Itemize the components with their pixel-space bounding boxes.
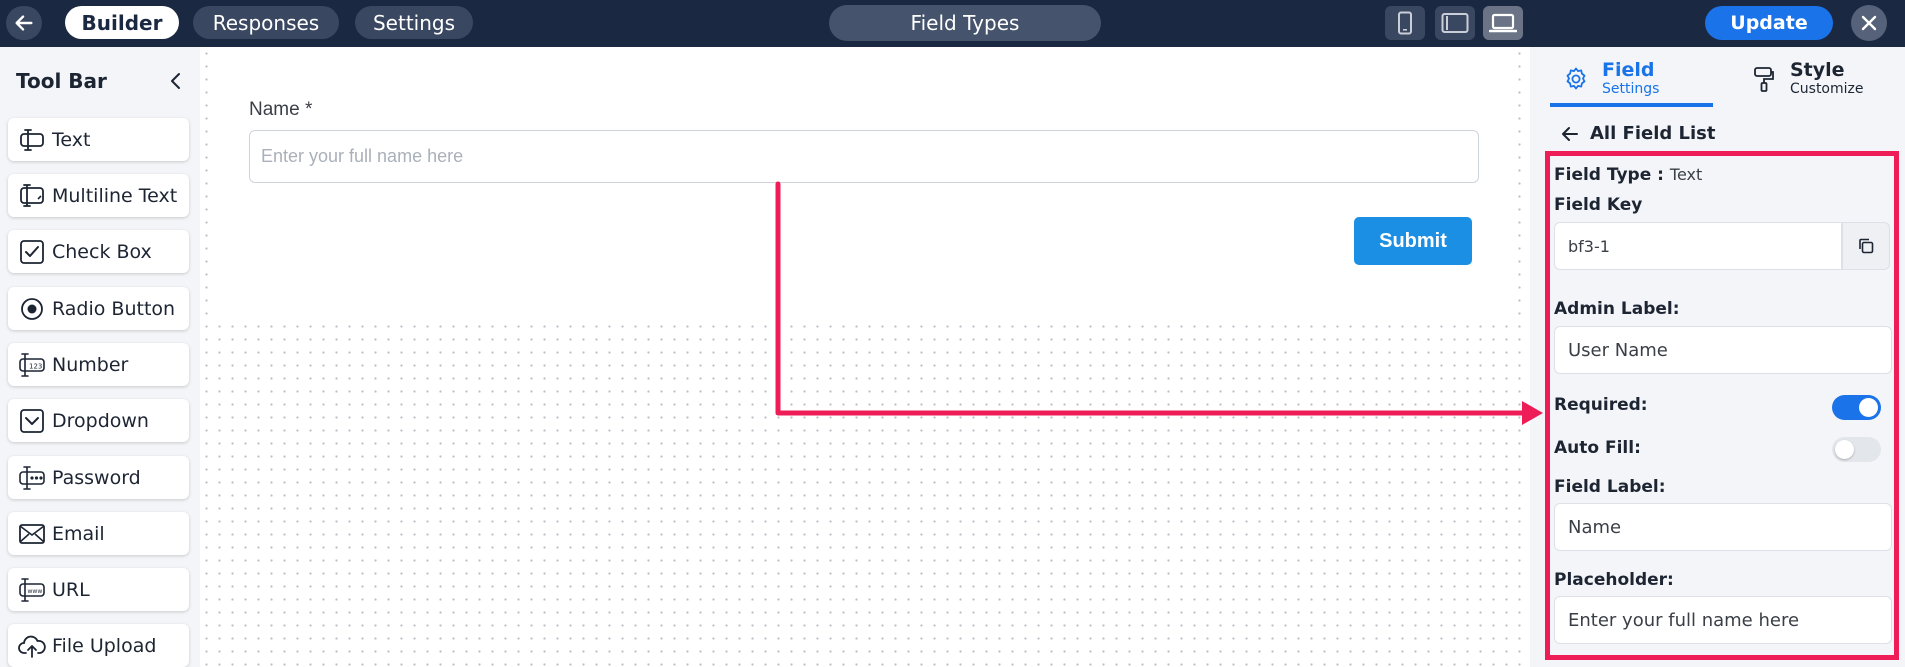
- tool-item-label: Multiline Text: [52, 184, 178, 207]
- mobile-icon: [1398, 11, 1412, 35]
- annotation-highlight-box: [1545, 151, 1899, 660]
- update-button[interactable]: Update: [1705, 6, 1833, 40]
- tool-item-label: Dropdown: [52, 409, 149, 432]
- tool-item-label: Password: [52, 466, 141, 489]
- tool-item-url[interactable]: www URL: [8, 568, 189, 611]
- tab-field-title: Field: [1602, 59, 1655, 81]
- tab-field-settings[interactable]: Field Settings: [1550, 55, 1713, 107]
- tool-item-multiline-text[interactable]: Multiline Text: [8, 174, 189, 217]
- back-button[interactable]: [6, 6, 42, 40]
- tool-item-label: Check Box: [52, 240, 152, 263]
- tool-item-label: URL: [52, 578, 90, 601]
- number-icon: 123: [18, 351, 46, 379]
- tool-item-dropdown[interactable]: Dropdown: [8, 399, 189, 442]
- arrow-left-icon: [15, 15, 33, 31]
- mobile-view-button[interactable]: [1385, 6, 1425, 40]
- chevron-left-icon[interactable]: [166, 71, 186, 91]
- tool-item-label: File Upload: [52, 634, 157, 657]
- tool-item-label: Radio Button: [52, 297, 176, 320]
- gear-icon: [1566, 67, 1586, 90]
- tool-item-check-box[interactable]: Check Box: [8, 230, 189, 273]
- submit-button[interactable]: Submit: [1354, 217, 1472, 265]
- text-field-icon: [18, 126, 46, 154]
- url-icon: www: [18, 576, 46, 604]
- file-upload-icon: [18, 632, 46, 660]
- svg-text:123: 123: [29, 362, 42, 370]
- tool-item-email[interactable]: Email: [8, 512, 189, 555]
- desktop-view-button[interactable]: [1483, 6, 1523, 40]
- email-icon: [18, 520, 46, 548]
- all-field-list-link[interactable]: All Field List: [1560, 123, 1716, 144]
- page-title: Field Types: [829, 5, 1101, 41]
- tablet-view-button[interactable]: [1435, 6, 1475, 40]
- close-icon: [1861, 15, 1877, 31]
- tool-item-label: Text: [52, 128, 91, 151]
- password-icon: [18, 464, 46, 492]
- tool-item-label: Number: [52, 353, 129, 376]
- tab-style-subtitle: Customize: [1790, 81, 1864, 97]
- multiline-text-icon: [18, 182, 46, 210]
- laptop-icon: [1489, 13, 1517, 33]
- dropdown-icon: [18, 407, 46, 435]
- tool-bar: Tool Bar Text Multiline Text Check Box R…: [0, 47, 200, 667]
- checkbox-icon: [18, 238, 46, 266]
- svg-text:www: www: [28, 588, 43, 595]
- paint-roller-icon: [1754, 67, 1774, 92]
- radio-button-icon: [18, 295, 46, 323]
- tool-item-label: Email: [52, 522, 105, 545]
- tab-responses[interactable]: Responses: [193, 6, 339, 39]
- tool-item-number[interactable]: 123 Number: [8, 343, 189, 386]
- tab-settings[interactable]: Settings: [355, 6, 473, 39]
- tablet-icon: [1441, 13, 1469, 33]
- close-button[interactable]: [1851, 5, 1887, 41]
- name-field-input[interactable]: Enter your full name here: [249, 130, 1479, 183]
- toolbar-title: Tool Bar: [16, 69, 107, 93]
- tool-item-password[interactable]: Password: [8, 456, 189, 499]
- name-field-label: Name *: [249, 99, 313, 120]
- name-field-placeholder: Enter your full name here: [261, 146, 464, 166]
- all-field-list-label: All Field List: [1590, 123, 1716, 144]
- tab-style-title: Style: [1790, 59, 1845, 81]
- tab-field-subtitle: Settings: [1602, 81, 1660, 97]
- form-preview: Name * Enter your full name here Submit: [215, 47, 1515, 317]
- tab-builder[interactable]: Builder: [65, 6, 179, 39]
- form-canvas: Name * Enter your full name here Submit: [200, 47, 1539, 667]
- tab-style-customize[interactable]: Style Customize: [1748, 55, 1883, 107]
- top-bar: Builder Responses Settings Field Types U…: [0, 0, 1905, 47]
- tool-item-file-upload[interactable]: File Upload: [8, 624, 189, 667]
- field-settings-panel: Field Settings Style Customize All Field…: [1530, 47, 1905, 667]
- tool-item-text[interactable]: Text: [8, 118, 189, 161]
- arrow-left-icon: [1562, 126, 1578, 141]
- tool-item-radio-button[interactable]: Radio Button: [8, 287, 189, 330]
